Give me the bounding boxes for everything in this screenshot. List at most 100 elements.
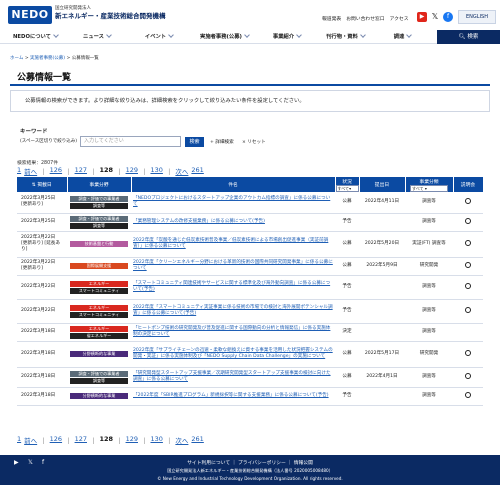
table-row: 2022年3月25日 [更新あり] 調査・評価での事業者 調査等 「NEDOプロジェクト… <box>17 192 483 214</box>
youtube-icon[interactable]: ▶ <box>417 12 427 22</box>
row-title-link[interactable]: 「NEDOプロジェクトにおけるスタートアップ企業のアウトカム指標の調査」に係る公… <box>131 192 335 214</box>
row-categories: 調査・評価での事業者 調査等 <box>67 192 131 214</box>
breadcrumb-parent[interactable]: 実施者事務(公募) <box>30 56 65 61</box>
keyword-input[interactable]: 入力してください <box>80 136 181 147</box>
row-title-link[interactable]: 2022年度「炭酸を通じた低炭素技術普及事業／低炭素技術による市場創出促進事業（… <box>131 231 335 258</box>
row-briefing <box>453 299 483 324</box>
page-link[interactable]: 126 <box>50 166 62 176</box>
results-table: ⇅ 掲載日 事業分野 件名 状況 すべて▾ 提出日 事業分類 すべて ▾ 説明会 2… <box>17 177 484 406</box>
briefing-circle-icon <box>465 306 471 313</box>
page-link[interactable]: 130 <box>150 435 162 445</box>
footer-copyright: © New Energy and Industrial Technology D… <box>157 476 343 481</box>
keyword-label: キーワード <box>20 129 48 135</box>
category-chip: 調査・評価での事業者 <box>70 195 128 202</box>
row-title-link[interactable]: 「スマートコミュニティ関連技術やサービスに関する標準化及び海外動向調査」に係る公… <box>131 275 335 300</box>
access-link[interactable]: アクセス <box>390 15 409 22</box>
col-briefing: 説明会 <box>453 177 484 192</box>
briefing-circle-icon <box>465 261 471 268</box>
row-submit-date: 2022年4月1日 <box>359 367 405 388</box>
site-footer: サイト利用について ｜ プライバシーポリシー ｜ 情報公開 ▶ 𝕏 f 国立研究… <box>0 455 500 485</box>
breadcrumb-sep: > <box>24 56 29 61</box>
page-current: 128 <box>99 435 114 443</box>
facebook-icon[interactable]: f <box>42 459 44 466</box>
nedo-logo[interactable]: NEDO <box>8 6 52 24</box>
row-class: 調査等 <box>405 192 453 214</box>
nav-applications[interactable]: 実施者事務(公募) <box>192 30 257 44</box>
site-search-button[interactable]: 🔍︎ 検索 <box>437 30 500 44</box>
class-filter-select[interactable]: すべて ▾ <box>410 184 448 192</box>
row-title-link[interactable]: 「業務管理システムの改修支援業務」に係る公募について(予告) <box>131 213 335 232</box>
english-button[interactable]: ENGLISH <box>458 10 496 24</box>
page-title: 公募情報一覧 <box>17 73 72 83</box>
briefing-circle-icon <box>465 197 471 204</box>
row-categories: エネルギー スマートコミュニティ <box>67 275 131 300</box>
row-title-link[interactable]: 「ヒートポンプ技術の研究開発及び普及促進に関する国際動向の分析と情報発信」に係る… <box>131 323 335 342</box>
row-class: 調査等 <box>405 387 453 406</box>
table-row: 2022年3月18日 調査・評価での事業者 調査等 「研究開発型スタートアップ支援事業… <box>17 367 483 388</box>
page-link[interactable]: 127 <box>75 166 87 176</box>
row-status: 公募 <box>335 192 359 214</box>
category-chip: 調査等 <box>70 222 128 229</box>
col-date[interactable]: ⇅ 掲載日 <box>17 177 68 192</box>
row-date: 2022年3月22日 [更新あり] <box>17 257 67 276</box>
detail-search-link[interactable]: + 詳細検索 <box>210 139 234 145</box>
row-status: 予告 <box>335 275 359 300</box>
press-link[interactable]: 報道発表 <box>322 15 341 22</box>
keyword-search-button[interactable]: 検索 <box>185 137 204 147</box>
row-title-link[interactable]: 「2022年度「SBIR推進プログラム」新規採択等に関する支援業務」に係る公募に… <box>131 387 335 406</box>
nav-about[interactable]: NEDOについて <box>8 30 63 44</box>
footer-links[interactable]: サイト利用について ｜ プライバシーポリシー ｜ 情報公開 <box>0 459 500 466</box>
page-first[interactable]: 1 <box>17 166 21 176</box>
briefing-circle-icon <box>465 239 471 246</box>
facebook-icon[interactable]: f <box>443 12 453 22</box>
row-title-link[interactable]: 2022年度「クリーンエネルギー分野における革新的技術の国際共同研究開発事業」に… <box>131 257 335 276</box>
row-class: 調査等 <box>405 275 453 300</box>
page-prev[interactable]: 前へ <box>24 166 37 176</box>
nav-publications[interactable]: 刊行物・資料 <box>318 30 373 44</box>
row-categories: エネルギー スマートコミュニティ <box>67 299 131 324</box>
table-row: 2022年3月18日 分野横断的な事業 2022年度「サプライチェーンの迅速・柔軟な… <box>17 341 483 368</box>
pagination-bottom: 1 前へ ｜ 126 ｜ 127 ｜ 128 ｜ 129 ｜ 130 ｜ 次へ 261 <box>17 435 204 445</box>
contact-link[interactable]: お問い合わせ窓口 <box>346 15 384 22</box>
row-title-link[interactable]: 2022年度「スマートコミュニティ実証事業に係る技術の市場での検討と海外展開ポテ… <box>131 299 335 324</box>
page-last[interactable]: 261 <box>191 166 203 176</box>
page-link[interactable]: 126 <box>50 435 62 445</box>
page-prev[interactable]: 前へ <box>24 435 37 445</box>
page-link[interactable]: 129 <box>126 435 138 445</box>
page-next[interactable]: 次へ <box>175 435 188 445</box>
youtube-icon[interactable]: ▶ <box>14 459 19 466</box>
nav-projects[interactable]: 事業紹介 <box>262 30 312 44</box>
page-link[interactable]: 129 <box>126 166 138 176</box>
page-link[interactable]: 127 <box>75 435 87 445</box>
x-icon[interactable]: 𝕏 <box>430 12 440 22</box>
category-chip: 国際展開支援 <box>70 263 128 269</box>
page-next[interactable]: 次へ <box>175 166 188 176</box>
row-categories: 調査・評価での事業者 調査等 <box>67 213 131 232</box>
row-submit-date <box>359 299 405 324</box>
row-briefing <box>453 213 483 232</box>
row-title-link[interactable]: 2022年度「サプライチェーンの迅速・柔軟な組換えに資する事業を活用した状況把握… <box>131 341 335 368</box>
row-categories: 技術基盤と行動 <box>67 231 131 258</box>
nav-events[interactable]: イベント <box>134 30 184 44</box>
status-filter-select[interactable]: すべて▾ <box>335 184 359 192</box>
intro-text: 公募情報の検索ができます。より詳細な絞り込みは、詳細検索をクリックして絞り込みた… <box>10 90 490 112</box>
row-status: 公募 <box>335 367 359 388</box>
row-submit-date <box>359 323 405 342</box>
pagination-top: 1 前へ ｜ 126 ｜ 127 ｜ 128 ｜ 129 ｜ 130 ｜ 次へ 261 <box>17 166 204 176</box>
row-submit-date <box>359 213 405 232</box>
nav-news[interactable]: ニュース <box>72 30 122 44</box>
row-date: 2022年3月25日 [更新あり] <box>17 192 67 214</box>
reset-link[interactable]: × リセット <box>242 139 266 145</box>
row-date: 2022年3月22日 [更新あり] [延長あり] <box>17 231 67 258</box>
nav-procurement[interactable]: 調達 <box>380 30 425 44</box>
row-submit-date: 2022年5月20日 <box>359 231 405 258</box>
x-icon[interactable]: 𝕏 <box>28 459 33 466</box>
page-last[interactable]: 261 <box>191 435 203 445</box>
org-sub: 国立研究開発法人 <box>55 6 91 11</box>
row-categories: エネルギー 省エネルギー <box>67 323 131 342</box>
page-first[interactable]: 1 <box>17 435 21 445</box>
page-link[interactable]: 130 <box>150 166 162 176</box>
row-status: 決定 <box>335 323 359 342</box>
row-title-link[interactable]: 「研究開発型スタートアップ支援事業／次期研究開発型スタートアップ支援事業の検討に… <box>131 367 335 388</box>
breadcrumb-home[interactable]: ホーム <box>10 56 23 61</box>
